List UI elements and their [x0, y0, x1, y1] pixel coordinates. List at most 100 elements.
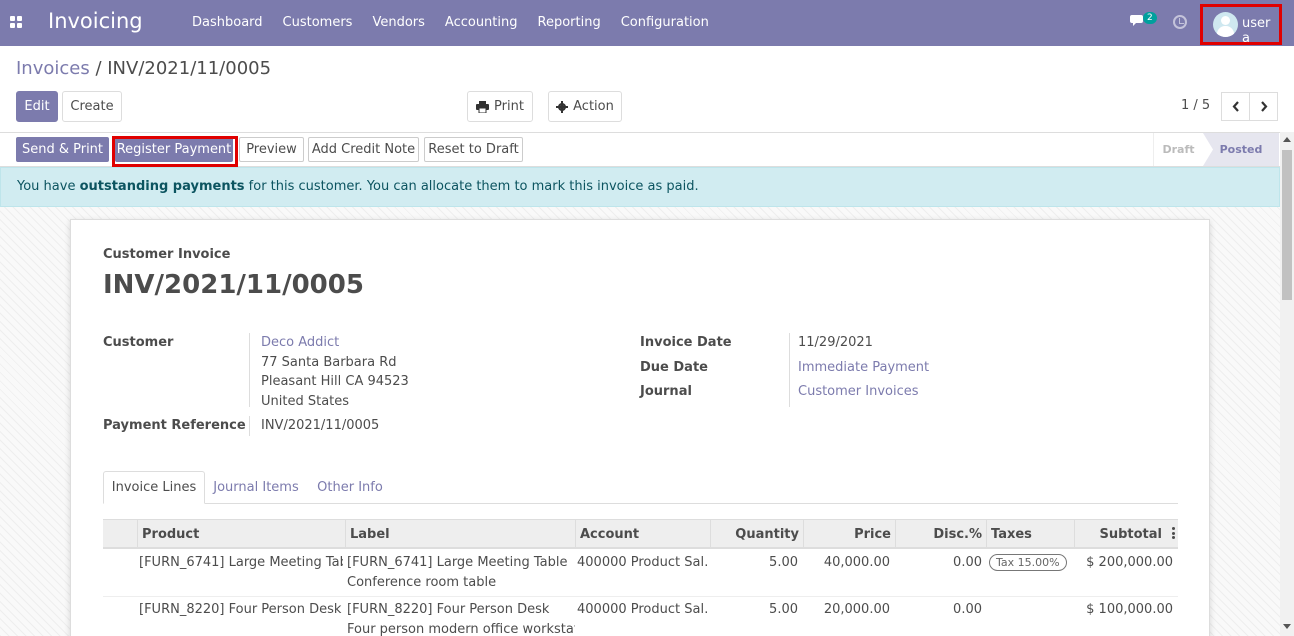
customer-separator: [249, 333, 250, 407]
menu-vendors[interactable]: Vendors: [362, 0, 434, 46]
alert-text-before: You have: [17, 179, 80, 194]
breadcrumb-current: INV/2021/11/0005: [107, 58, 272, 79]
row-discount: 0.00: [953, 602, 982, 617]
row-quantity: 5.00: [769, 555, 798, 570]
row-discount: 0.00: [953, 555, 982, 570]
invoice-number: INV/2021/11/0005: [103, 270, 364, 300]
column-subtotal[interactable]: Subtotal: [1074, 520, 1178, 548]
pager-previous-button[interactable]: [1221, 92, 1250, 121]
reset-to-draft-button[interactable]: Reset to Draft: [424, 137, 523, 162]
breadcrumb-invoices-link[interactable]: Invoices: [16, 58, 90, 79]
payment-reference-value: INV/2021/11/0005: [261, 418, 380, 433]
chevron-left-icon: [1232, 101, 1239, 112]
messages-count-badge: 2: [1143, 12, 1157, 24]
stage-posted: Posted: [1203, 133, 1279, 166]
user-name: user a: [1242, 16, 1271, 46]
row-label: [FURN_8220] Four Person Desk: [347, 602, 550, 617]
alert-text-bold: outstanding payments: [79, 179, 245, 194]
row-subtotal: $ 100,000.00: [1086, 602, 1173, 617]
menu-accounting[interactable]: Accounting: [435, 0, 528, 46]
address-line-3: United States: [261, 394, 350, 409]
row-account: 400000 Product Sal…: [577, 602, 708, 617]
pager-next-button[interactable]: [1249, 92, 1278, 121]
send-print-button[interactable]: Send & Print: [16, 137, 109, 162]
app-name[interactable]: Invoicing: [48, 9, 143, 33]
column-label[interactable]: Label: [345, 520, 575, 548]
register-payment-button[interactable]: Register Payment: [115, 137, 233, 162]
due-date-label: Due Date: [640, 360, 708, 375]
outstanding-payments-alert: You have outstanding payments for this c…: [0, 167, 1280, 207]
menu-dashboard[interactable]: Dashboard: [182, 0, 273, 46]
dates-separator: [789, 333, 790, 407]
action-label: Action: [573, 99, 614, 114]
print-label: Print: [494, 99, 524, 114]
breadcrumb-separator: /: [89, 58, 108, 79]
add-credit-note-button[interactable]: Add Credit Note: [308, 137, 419, 162]
chevron-right-icon: [1260, 101, 1267, 112]
row-label-description: Conference room table: [347, 575, 497, 590]
column-taxes[interactable]: Taxes: [986, 520, 1074, 548]
alert-text-after: for this customer. You can allocate them…: [244, 179, 699, 194]
edit-button[interactable]: Edit: [16, 91, 58, 122]
breadcrumb: Invoices / INV/2021/11/0005: [16, 58, 271, 79]
menu-reporting[interactable]: Reporting: [528, 0, 611, 46]
row-account: 400000 Product Sal…: [577, 555, 708, 570]
row-label-description: Four person modern office workstation: [347, 622, 575, 636]
row-product: [FURN_6741] Large Meeting Table: [139, 555, 343, 570]
main-menu: Dashboard Customers Vendors Accounting R…: [182, 0, 719, 46]
column-quantity[interactable]: Quantity: [710, 520, 803, 548]
scroll-up-arrow-icon[interactable]: [1283, 137, 1291, 142]
due-date-link[interactable]: Immediate Payment: [798, 360, 929, 375]
print-icon: [476, 100, 490, 113]
table-row[interactable]: [FURN_6741] Large Meeting Table [FURN_67…: [103, 550, 1178, 597]
notebook-tabs: Invoice Lines Journal Items Other Info: [103, 471, 1178, 504]
avatar: [1213, 12, 1238, 37]
column-product[interactable]: Product: [137, 520, 345, 548]
customer-name-link[interactable]: Deco Addict: [261, 335, 339, 350]
journal-label: Journal: [640, 384, 692, 399]
column-discount[interactable]: Disc.%: [895, 520, 986, 548]
create-label: Create: [70, 99, 114, 114]
optional-columns-icon[interactable]: [1172, 527, 1175, 539]
menu-customers[interactable]: Customers: [273, 0, 363, 46]
apps-menu-icon[interactable]: [10, 16, 22, 28]
invoice-date-label: Invoice Date: [640, 335, 732, 350]
action-button[interactable]: Action: [548, 91, 622, 122]
tab-other-info[interactable]: Other Info: [309, 471, 391, 504]
row-product: [FURN_8220] Four Person Desk: [139, 602, 342, 617]
gear-icon: [556, 100, 569, 113]
row-quantity: 5.00: [769, 602, 798, 617]
user-menu[interactable]: user a: [1200, 4, 1282, 46]
stage-draft[interactable]: Draft: [1153, 133, 1203, 166]
invoice-date-value: 11/29/2021: [798, 335, 873, 350]
edit-label: Edit: [24, 99, 50, 114]
scroll-down-arrow-icon[interactable]: [1283, 624, 1291, 629]
pager-value[interactable]: 1 / 5: [1181, 98, 1210, 113]
activity-clock-icon[interactable]: [1173, 15, 1187, 29]
table-row[interactable]: [FURN_8220] Four Person Desk [FURN_8220]…: [103, 597, 1178, 636]
handle-column: [103, 520, 137, 548]
row-subtotal: $ 200,000.00: [1086, 555, 1173, 570]
tax-tag: Tax 15.00%: [989, 554, 1067, 571]
tab-journal-items[interactable]: Journal Items: [207, 471, 305, 504]
tab-invoice-lines[interactable]: Invoice Lines: [103, 471, 205, 504]
invoice-sheet: Customer Invoice INV/2021/11/0005 Custom…: [70, 219, 1210, 636]
document-type: Customer Invoice: [103, 247, 231, 262]
scrollbar-thumb[interactable]: [1282, 150, 1292, 300]
row-price: 20,000.00: [823, 602, 890, 617]
invoice-lines-header: Product Label Account Quantity Price Dis…: [103, 519, 1178, 549]
address-line-1: 77 Santa Barbara Rd: [261, 355, 397, 370]
column-account[interactable]: Account: [575, 520, 710, 548]
top-navbar: Invoicing Dashboard Customers Vendors Ac…: [0, 0, 1294, 46]
page-scrollbar[interactable]: [1280, 132, 1294, 636]
preview-button[interactable]: Preview: [239, 137, 304, 162]
payment-reference-label: Payment Reference: [103, 418, 246, 433]
row-price: 40,000.00: [823, 555, 890, 570]
address-line-2: Pleasant Hill CA 94523: [261, 374, 409, 389]
customer-label: Customer: [103, 335, 174, 350]
print-button[interactable]: Print: [467, 91, 533, 122]
journal-link[interactable]: Customer Invoices: [798, 384, 919, 399]
column-price[interactable]: Price: [803, 520, 895, 548]
menu-configuration[interactable]: Configuration: [611, 0, 719, 46]
create-button[interactable]: Create: [62, 91, 122, 122]
